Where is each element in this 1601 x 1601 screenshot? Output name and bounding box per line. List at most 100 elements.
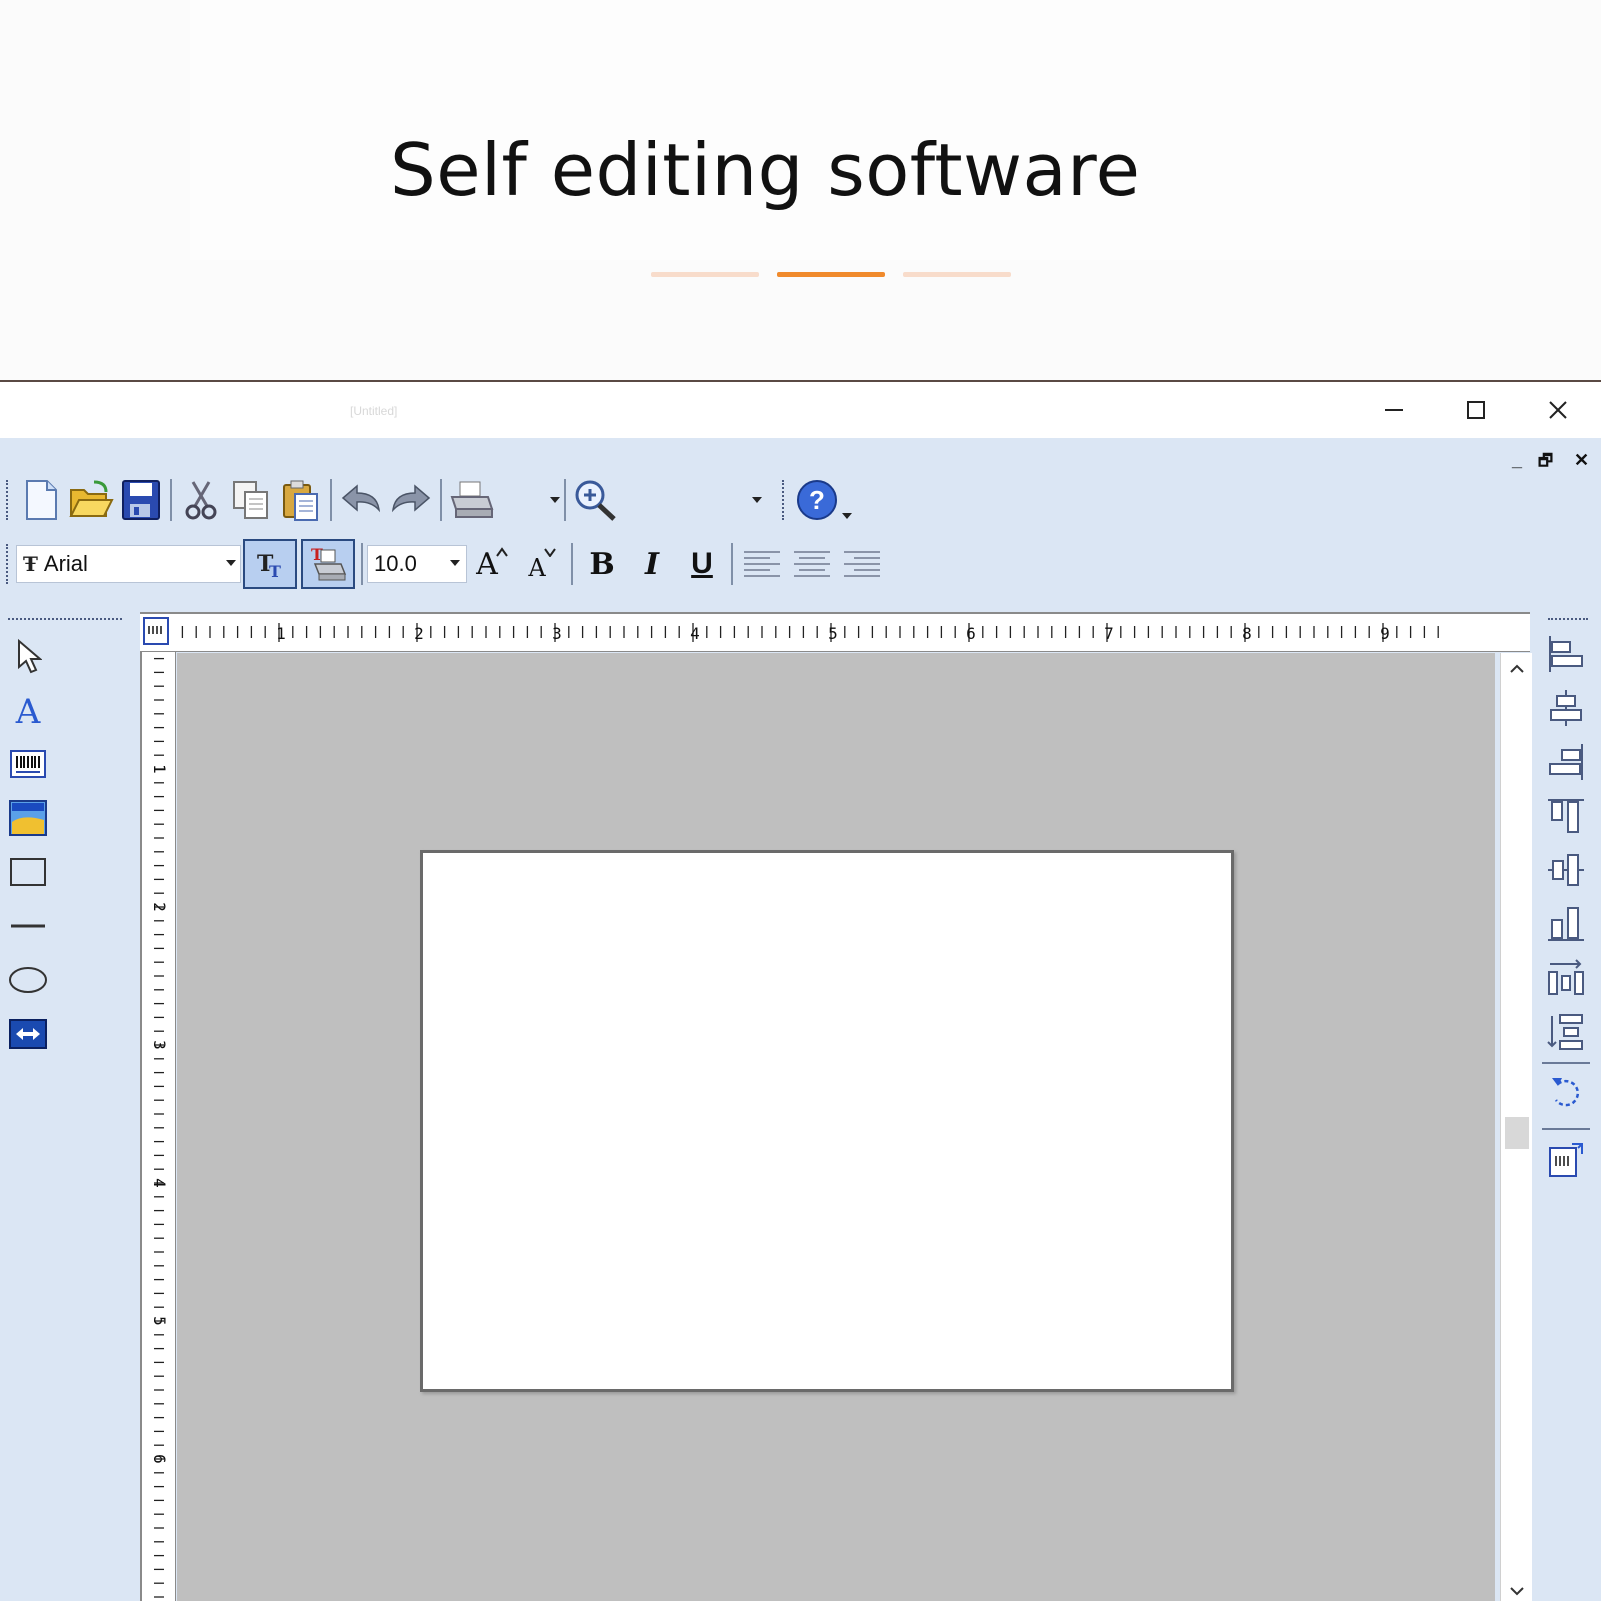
increase-font-button[interactable]: A: [467, 539, 517, 589]
overflow-chevron-icon: [842, 513, 852, 519]
ruler-label: 2: [150, 902, 169, 912]
close-button[interactable]: [1538, 392, 1578, 428]
vertical-ruler: 1 2 3 4 5 6: [140, 652, 176, 1601]
align-text-center-icon: [794, 551, 830, 577]
rectangle-tool[interactable]: [8, 852, 48, 892]
font-name-select[interactable]: Ŧ Arial: [16, 545, 241, 583]
redo-button[interactable]: [386, 475, 436, 525]
zoom-in-icon: [575, 480, 616, 521]
toolbar-overflow-button[interactable]: [842, 475, 862, 525]
mdi-minimize-button[interactable]: _: [1512, 450, 1522, 471]
copy-button[interactable]: [226, 475, 276, 525]
bold-button[interactable]: B: [577, 539, 627, 589]
toolbar-separator: [440, 479, 442, 521]
database-tool[interactable]: [8, 1014, 48, 1054]
scroll-up-icon[interactable]: [1509, 661, 1525, 677]
chevron-down-icon: [752, 497, 762, 503]
horizontal-ruler: 1 2 3 4 5 6 7 8 9: [140, 612, 1530, 652]
save-button[interactable]: [116, 475, 166, 525]
zoom-dropdown[interactable]: [620, 475, 762, 525]
label-sheet[interactable]: [420, 850, 1234, 1392]
chevron-down-icon: [450, 560, 460, 566]
panel-grip[interactable]: [8, 618, 122, 620]
mdi-restore-button[interactable]: 🗗: [1538, 450, 1553, 477]
rotate-button[interactable]: [1542, 1068, 1590, 1116]
text-format-toggle-button[interactable]: TT: [243, 539, 297, 589]
toolbar-grip[interactable]: [6, 480, 10, 520]
redo-icon: [391, 484, 431, 513]
underline-icon: U: [691, 547, 713, 580]
align-center-button[interactable]: [1542, 684, 1590, 732]
align-text-center-button[interactable]: [787, 539, 837, 589]
align-left-button[interactable]: [1542, 630, 1590, 678]
font-name-value: Arial: [43, 551, 88, 576]
help-button[interactable]: ?: [792, 475, 842, 525]
vertical-ruler-scale: 1 2 3 4 5 6: [150, 657, 169, 1598]
align-text-left-icon: [744, 551, 780, 577]
barcode-tool-icon: [10, 750, 46, 778]
font-size-select[interactable]: 10.0: [367, 545, 467, 583]
align-text-right-button[interactable]: [837, 539, 887, 589]
slide-dot-1[interactable]: [651, 272, 759, 277]
minimize-button[interactable]: [1374, 392, 1414, 428]
minimize-icon: [1385, 409, 1403, 411]
maximize-button[interactable]: [1456, 392, 1496, 428]
undo-icon: [341, 484, 381, 513]
decrease-font-button[interactable]: A: [517, 539, 567, 589]
align-right-icon: [1549, 744, 1583, 780]
toolbar-grip[interactable]: [782, 480, 786, 520]
toolbar-separator: [361, 543, 363, 585]
print-as-graphic-toggle-button[interactable]: T: [301, 539, 355, 589]
banner: Self editing software: [0, 0, 1601, 380]
align-top-button[interactable]: [1542, 792, 1590, 840]
align-right-button[interactable]: [1542, 738, 1590, 786]
text-tool[interactable]: A: [8, 690, 48, 730]
align-text-left-button[interactable]: [737, 539, 787, 589]
distribute-horizontal-button[interactable]: [1542, 954, 1590, 1002]
paste-icon: [283, 480, 318, 521]
distribute-horizontal-icon: [1548, 959, 1584, 995]
ruler-label: 4: [690, 624, 700, 643]
open-folder-icon: [69, 480, 114, 517]
panel-separator: [1542, 1062, 1590, 1064]
pointer-tool[interactable]: [8, 636, 48, 676]
chevron-down-icon: [226, 560, 236, 566]
toolbar-grip[interactable]: [6, 544, 10, 584]
ruler-label: 3: [150, 1040, 169, 1050]
scrollbar-thumb[interactable]: [1505, 1117, 1529, 1149]
cut-button[interactable]: [176, 475, 226, 525]
open-button[interactable]: [66, 475, 116, 525]
line-tool[interactable]: [8, 906, 48, 946]
mdi-close-button[interactable]: ✕: [1574, 450, 1589, 471]
maximize-icon: [1467, 401, 1485, 419]
vertical-scrollbar[interactable]: [1500, 653, 1532, 1601]
new-file-button[interactable]: [16, 475, 66, 525]
barcode-tool[interactable]: [8, 744, 48, 784]
image-tool-icon: [9, 800, 47, 836]
distribute-vertical-button[interactable]: [1542, 1008, 1590, 1056]
panel-grip[interactable]: [1548, 618, 1588, 620]
banner-title: Self editing software: [390, 128, 1141, 212]
print-button[interactable]: [446, 475, 496, 525]
close-icon: [1549, 401, 1567, 419]
ruler-label: 5: [150, 1316, 169, 1326]
align-bottom-icon: [1548, 907, 1584, 941]
down-arrow-icon: [543, 548, 556, 557]
paste-button[interactable]: [276, 475, 326, 525]
slide-dot-2[interactable]: [777, 272, 885, 277]
align-bottom-button[interactable]: [1542, 900, 1590, 948]
print-dropdown[interactable]: [496, 475, 560, 525]
zoom-button[interactable]: [570, 475, 620, 525]
undo-button[interactable]: [336, 475, 386, 525]
italic-button[interactable]: I: [627, 539, 677, 589]
align-middle-button[interactable]: [1542, 846, 1590, 894]
label-setup-button[interactable]: [1542, 1136, 1590, 1184]
slide-dot-3[interactable]: [903, 272, 1011, 277]
image-tool[interactable]: [8, 798, 48, 838]
save-icon: [122, 480, 160, 520]
scroll-down-icon[interactable]: [1509, 1583, 1525, 1599]
ellipse-tool[interactable]: [8, 960, 48, 1000]
underline-button[interactable]: U: [677, 539, 727, 589]
new-file-icon: [26, 480, 57, 520]
copy-icon: [233, 481, 268, 519]
